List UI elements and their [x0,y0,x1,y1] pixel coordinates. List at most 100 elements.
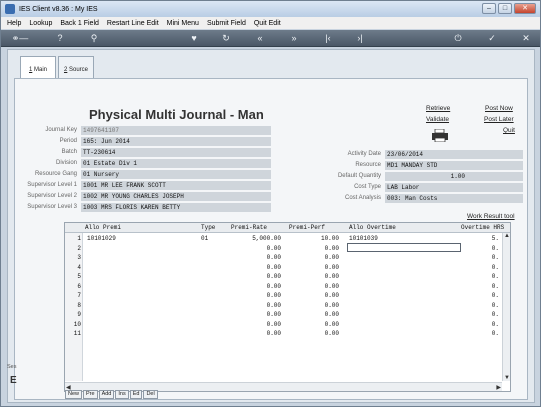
minimize-button[interactable]: – [482,3,496,14]
new-button[interactable]: New [65,390,83,399]
printer-icon[interactable] [431,129,449,142]
cell-premi-rate[interactable]: 5,000.00 [231,235,281,242]
col-type[interactable]: Type [201,224,215,231]
division-field[interactable]: 01 Estate Div 1 [81,159,271,168]
menu-submit-field[interactable]: Submit Field [207,20,246,27]
table-row[interactable]: 6 0.00 0.00 0. [65,282,502,292]
cell-type[interactable]: 01 [201,235,208,242]
validate-link[interactable]: Validate [426,116,449,123]
cell-overtime-hrs[interactable]: 5. [465,235,499,242]
table-row[interactable]: 8 0.00 0.00 0. [65,301,502,311]
cell-premi-perf[interactable]: 0.00 [289,321,339,328]
scroll-right-icon[interactable]: ▶ [496,384,501,391]
key-icon[interactable]: ⚭— [9,33,31,44]
scroll-down-icon[interactable]: ▼ [504,375,510,381]
table-row[interactable]: 11 0.00 0.00 0. [65,329,502,339]
table-row[interactable]: 7 0.00 0.00 0. [65,291,502,301]
resource-gang-field[interactable]: 01 Nursery [81,170,271,179]
close-icon[interactable]: ✕ [519,33,533,44]
cell-overtime-hrs[interactable]: 0. [465,311,499,318]
first-icon[interactable]: |‹ [321,33,335,44]
cell-premi-perf[interactable]: 10.00 [289,235,339,242]
cell-premi-rate[interactable]: 0.00 [231,254,281,261]
vertical-scrollbar[interactable]: ▲ ▼ [502,233,510,381]
menu-back-1-field[interactable]: Back 1 Field [60,20,99,27]
cell-premi-perf[interactable]: 0.00 [289,311,339,318]
table-row[interactable]: 3 0.00 0.00 0. [65,253,502,263]
delete-button[interactable]: Del [143,390,158,399]
previous-button[interactable]: Pre [83,390,98,399]
col-allo-overtime[interactable]: Allo Overtime [349,224,396,231]
cell-overtime-hrs[interactable]: 0. [465,292,499,299]
check-icon[interactable]: ✓ [485,33,499,44]
menu-help[interactable]: Help [7,20,21,27]
batch-field[interactable]: TT-230614 [81,148,271,157]
fast-forward-icon[interactable]: » [287,33,301,44]
help-icon[interactable]: ? [53,33,67,44]
power-icon[interactable]: ⏻ [451,33,465,44]
cell-overtime-hrs[interactable]: 0. [465,321,499,328]
table-row[interactable]: 5 0.00 0.00 0. [65,272,502,282]
scroll-up-icon[interactable]: ▲ [504,233,510,239]
cell-premi-perf[interactable]: 0.00 [289,292,339,299]
cell-premi-rate[interactable]: 0.00 [231,245,281,252]
cost-analysis-field[interactable]: 003: Man Costs [385,194,523,203]
cell-allo-premi[interactable]: 10101029 [87,235,116,242]
cell-overtime-hrs[interactable]: 0. [465,283,499,290]
cell-premi-rate[interactable]: 0.00 [231,264,281,271]
cell-premi-rate[interactable]: 0.00 [231,311,281,318]
cell-premi-perf[interactable]: 0.00 [289,273,339,280]
heart-icon[interactable]: ♥ [187,33,201,44]
cell-premi-perf[interactable]: 0.00 [289,283,339,290]
cell-allo-overtime[interactable]: 10101039 [349,235,378,242]
insert-button[interactable]: Ins [115,390,129,399]
cell-premi-rate[interactable]: 0.00 [231,283,281,290]
cell-premi-rate[interactable]: 0.00 [231,330,281,337]
menu-quit-edit[interactable]: Quit Edit [254,20,281,27]
quit-link[interactable]: Quit [503,127,515,134]
cell-overtime-hrs[interactable]: 0. [465,245,499,252]
col-overtime-hrs[interactable]: Overtime HRS [461,224,504,231]
supervisor-level-2-field[interactable]: 1002 MR YOUNG CHARLES JOSEPH [81,192,271,201]
close-window-button[interactable]: ✕ [514,3,536,14]
menu-mini-menu[interactable]: Mini Menu [167,20,199,27]
cell-overtime-hrs[interactable]: 0. [465,330,499,337]
post-later-link[interactable]: Post Later [484,116,514,123]
cell-overtime-hrs[interactable]: 0. [465,254,499,261]
resource-field[interactable]: MD1 MANDAY STD [385,161,523,170]
cell-overtime-hrs[interactable]: 0. [465,273,499,280]
cell-premi-perf[interactable]: 0.00 [289,330,339,337]
table-row[interactable]: 1 10101029 01 5,000.00 10.00 10101039 5. [65,234,502,244]
cell-premi-perf[interactable]: 0.00 [289,245,339,252]
rewind-icon[interactable]: « [253,33,267,44]
table-row[interactable]: 2 0.00 0.00 0. [65,244,502,254]
edit-button[interactable]: Ed [129,390,143,399]
cell-premi-rate[interactable]: 0.00 [231,302,281,309]
cell-premi-perf[interactable]: 0.00 [289,264,339,271]
col-premi-rate[interactable]: Premi-Rate [231,224,267,231]
cost-type-field[interactable]: LAB Labor [385,183,523,192]
table-row[interactable]: 9 0.00 0.00 0. [65,310,502,320]
supervisor-level-1-field[interactable]: 1001 MR LEE FRANK SCOTT [81,181,271,190]
post-now-link[interactable]: Post Now [485,105,513,112]
retrieve-link[interactable]: Retrieve [426,105,450,112]
period-field[interactable]: 165: Jun 2014 [81,137,271,146]
add-button[interactable]: Add [98,390,115,399]
col-premi-perf[interactable]: Premi-Perf [289,224,325,231]
activity-date-field[interactable]: 23/06/2014 [385,150,523,159]
default-quantity-field[interactable]: 1.00 [385,172,523,181]
supervisor-level-3-field[interactable]: 1003 MRS FLORIS KAREN BETTY [81,203,271,212]
table-row[interactable]: 10 0.00 0.00 0. [65,320,502,330]
last-icon[interactable]: ›| [353,33,367,44]
table-row[interactable]: 4 0.00 0.00 0. [65,263,502,273]
work-result-tool-link[interactable]: Work Result tool [467,213,515,220]
col-allo-premi[interactable]: Allo Premi [85,224,121,231]
journal-key-field[interactable]: 1497641107 [81,126,271,135]
cell-premi-rate[interactable]: 0.00 [231,321,281,328]
cell-premi-rate[interactable]: 0.00 [231,273,281,280]
menu-restart-line-edit[interactable]: Restart Line Edit [107,20,159,27]
cell-premi-perf[interactable]: 0.00 [289,302,339,309]
cell-overtime-hrs[interactable]: 0. [465,302,499,309]
maximize-button[interactable]: □ [498,3,512,14]
refresh-icon[interactable]: ↻ [219,33,233,44]
